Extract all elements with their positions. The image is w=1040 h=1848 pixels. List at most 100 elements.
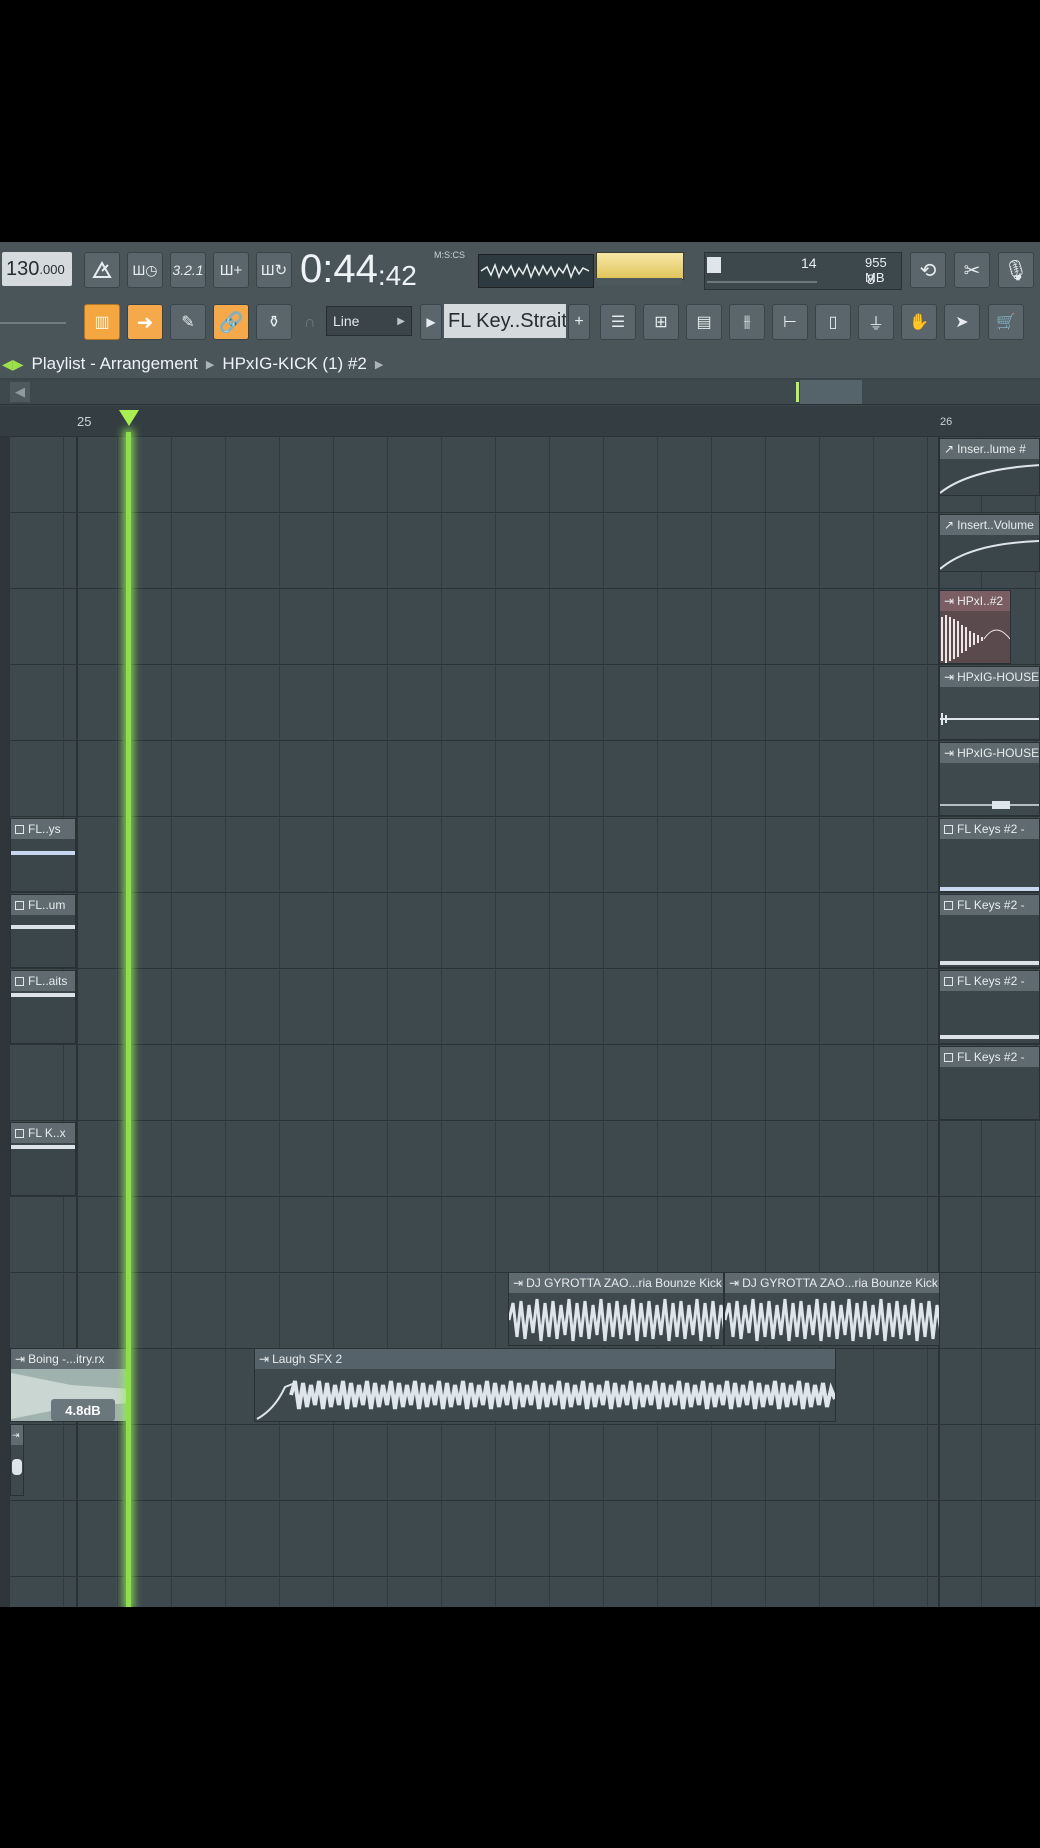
audio-clip[interactable]: ⇥ HPxIG-HOUSE (939, 666, 1040, 740)
audio-clip-laugh[interactable]: ⇥ Laugh SFX 2 (254, 1348, 836, 1422)
piano-roll-button[interactable]: ⊞ (643, 304, 679, 340)
export-button[interactable]: ➤ (944, 304, 980, 340)
bar-number-25: 25 (77, 414, 92, 429)
tempo-display[interactable]: 130.000 (2, 252, 72, 286)
add-pattern-button[interactable]: + (568, 304, 590, 340)
store-button[interactable]: 🛒 (988, 304, 1024, 340)
pattern-prev-button[interactable]: ▶ (420, 304, 442, 340)
oscilloscope[interactable] (478, 254, 594, 288)
breadcrumb-item[interactable]: HPxIG-KICK (1) #2 (222, 354, 367, 374)
pattern-icon (944, 824, 953, 834)
plus-icon: + (574, 313, 584, 330)
record-audio-button[interactable]: 🎙 (998, 252, 1034, 288)
clip-body (940, 839, 1039, 891)
playlist-overview[interactable]: ◀ (0, 380, 1040, 405)
pattern-clip[interactable]: FL Keys #2 - (939, 1046, 1040, 1120)
clip-label: FL K..x (28, 1126, 66, 1140)
automation-clip[interactable]: ↗ Insert..Volume (939, 514, 1040, 572)
automation-clip[interactable]: ↗ Inser..lume # (939, 438, 1040, 496)
audio-icon: ⇥ (259, 1352, 270, 1366)
playlist-arrow-icon[interactable]: ◀▶ (2, 356, 24, 373)
cut-tool-button[interactable]: ✂ (954, 252, 990, 288)
step-edit-button[interactable]: ➜ (127, 304, 163, 340)
audio-icon: ⇥ (729, 1276, 740, 1290)
clip-body (11, 1143, 75, 1195)
countdown-button[interactable]: 3.2.1 (170, 252, 206, 288)
clip-label: Inser..lume # (957, 442, 1026, 456)
clip-label: FL Keys #2 - (957, 898, 1025, 912)
typing-keyboard-button[interactable]: ▥ (84, 304, 120, 340)
time-main: 0:44 (300, 247, 378, 291)
clip-body (11, 1445, 23, 1495)
small-audio-clip[interactable]: ⇥ (10, 1424, 24, 1496)
link-button[interactable]: 🔗 (213, 304, 249, 340)
pattern-icon (944, 900, 953, 910)
clip-label: Laugh SFX 2 (272, 1352, 343, 1366)
breadcrumb-root[interactable]: Playlist - Arrangement (32, 354, 198, 374)
arrangement-grid[interactable] (10, 437, 1040, 1607)
channel-rack-button[interactable]: ▤ (686, 304, 722, 340)
mixer-button[interactable]: ⫵ (729, 304, 765, 340)
pattern-clip[interactable]: FL..aits (10, 970, 76, 1044)
pattern-clip[interactable]: FL K..x (10, 1122, 76, 1196)
audio-clip-dj-kick[interactable]: ⇥ DJ GYROTTA ZAO...ria Bounze Kick (508, 1272, 724, 1346)
note-line (940, 1035, 1039, 1039)
browser-button[interactable]: ⊢ (772, 304, 808, 340)
toolbar: 130.000 Ш◷ 3.2.1 Ш+ Ш↻ 0:44:42 M:S:CS 14 (0, 242, 1040, 363)
overview-thumb[interactable] (800, 380, 862, 404)
audio-waveform (725, 1298, 939, 1342)
clip-body (255, 1369, 835, 1421)
hat-button[interactable]: ⚱ (256, 304, 292, 340)
song-position-marker[interactable] (119, 410, 139, 426)
cart-icon: 🛒 (996, 314, 1016, 331)
time-display[interactable]: 0:44:42 M:S:CS (300, 247, 470, 292)
cpu-memory-panel[interactable]: 14 955 MB 8 (704, 252, 902, 290)
draw-tool-button[interactable]: ✎ (170, 304, 206, 340)
pattern-selector[interactable]: FL Key..Straits (444, 304, 566, 338)
chevron-right-icon: ▶ (205, 358, 215, 371)
audio-clip[interactable]: ⇥ HPxIG-HOUSE (939, 742, 1040, 816)
blend-notes-button[interactable]: Ш+ (213, 252, 249, 288)
audio-icon: ⇥ (513, 1276, 524, 1290)
cpu-value: 14 (801, 255, 817, 271)
pattern-clip[interactable]: FL Keys #2 - (939, 970, 1040, 1044)
pattern-name: FL Key..Straits (448, 309, 566, 332)
wait-input-button[interactable]: Ш◷ (127, 252, 163, 288)
touch-controller-button[interactable]: ✋ (901, 304, 937, 340)
playlist-button[interactable]: ☰ (600, 304, 636, 340)
audio-clip-dj-kick[interactable]: ⇥ DJ GYROTTA ZAO...ria Bounze Kick (724, 1272, 940, 1346)
clip-header: ⇥ DJ GYROTTA ZAO...ria Bounze Kick (509, 1273, 723, 1293)
magnet-icon[interactable]: ∩ (304, 314, 316, 332)
pencil-icon: ✎ (181, 314, 195, 331)
audio-waveform (256, 1380, 835, 1420)
pattern-clip[interactable]: FL Keys #2 - (939, 818, 1040, 892)
metronome-button[interactable] (84, 252, 120, 288)
audio-clip-boing[interactable]: ⇥ Boing -...itry.rx 4.8dB (10, 1348, 130, 1422)
pattern-clip[interactable]: FL..um (10, 894, 76, 968)
playhead[interactable] (126, 432, 131, 1607)
undo-button[interactable]: ⟲ (910, 252, 946, 288)
hat-icon: ⚱ (267, 314, 281, 331)
pattern-icon (944, 1052, 953, 1062)
scroll-left-button[interactable]: ◀ (10, 382, 30, 402)
clip-header: FL K..x (11, 1123, 75, 1143)
audio-clip-kick[interactable]: ⇥ HPxI..#2 (939, 590, 1011, 664)
clip-body (940, 763, 1039, 815)
plugin-button[interactable]: ⏚ (858, 304, 894, 340)
polyphony-value: 8 (867, 271, 875, 287)
metronome-icon (92, 260, 112, 278)
audio-waveform (509, 1298, 723, 1342)
cpu-block-icon (707, 257, 721, 273)
clip-label: FL..ys (28, 822, 61, 836)
note-line (11, 993, 75, 997)
clip-blob (12, 1459, 22, 1475)
plug-icon: ⏚ (867, 316, 884, 333)
project-info-button[interactable]: ▯ (815, 304, 851, 340)
snap-selector[interactable]: Line ▶ (326, 306, 412, 336)
audio-icon: ⇥ (944, 594, 955, 608)
pattern-clip[interactable]: FL Keys #2 - (939, 894, 1040, 968)
waveform-icon (480, 262, 590, 280)
pattern-clip[interactable]: FL..ys (10, 818, 76, 892)
loop-record-button[interactable]: Ш↻ (256, 252, 292, 288)
time-ruler[interactable]: 25 26 (0, 406, 1040, 437)
